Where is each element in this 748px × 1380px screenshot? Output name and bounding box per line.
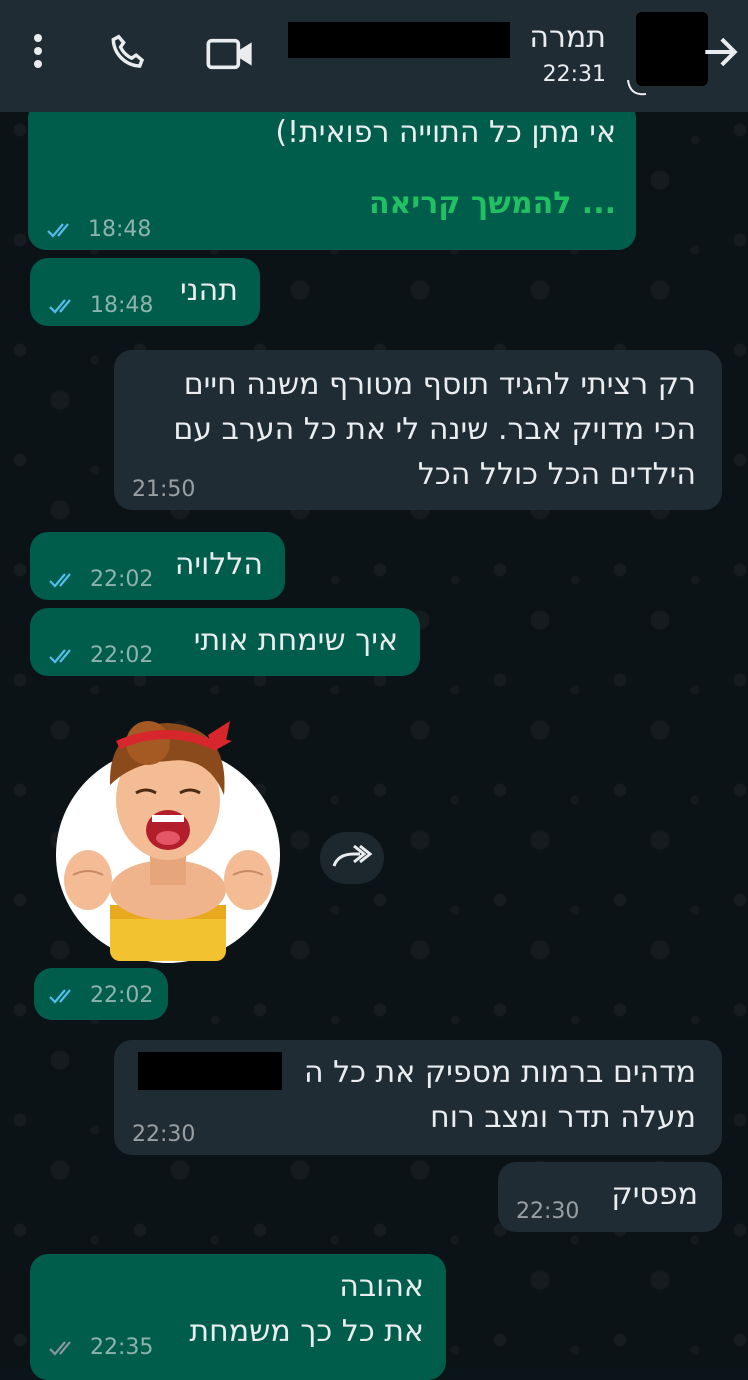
menu-dots-icon[interactable] bbox=[28, 34, 48, 74]
message-time: 18:48 bbox=[90, 293, 154, 318]
double-check-icon bbox=[49, 1340, 71, 1356]
sticker-meta-bubble: 22:02 bbox=[34, 968, 168, 1020]
double-check-icon bbox=[49, 572, 71, 588]
chat-header: תמרה 22:31 bbox=[0, 0, 748, 112]
message-time: 22:02 bbox=[90, 983, 154, 1008]
message-meta: 22:02 bbox=[48, 567, 153, 592]
video-call-icon[interactable] bbox=[205, 34, 255, 74]
message-meta: 18:48 bbox=[46, 217, 151, 242]
message-bubble-incoming[interactable]: מדהים ברמות מספיק את כל ה מעלה תדר ומצב … bbox=[114, 1040, 722, 1155]
avatar-edge-icon bbox=[627, 79, 647, 96]
forward-icon bbox=[332, 844, 373, 867]
message-time: 22:02 bbox=[90, 643, 154, 668]
message-time: 22:35 bbox=[90, 1335, 154, 1360]
double-check-icon bbox=[47, 222, 69, 238]
message-meta: 22:35 bbox=[48, 1335, 153, 1360]
message-bubble-outgoing[interactable]: אהובה את כל כך משמחת 22:35 bbox=[30, 1254, 446, 1380]
message-bubble-outgoing[interactable]: אי מתן כל התוייה רפואית!) ... להמשך קריא… bbox=[28, 100, 636, 250]
message-meta: 21:50 bbox=[132, 477, 195, 502]
double-check-icon bbox=[49, 988, 71, 1004]
message-meta: 22:02 bbox=[48, 983, 153, 1008]
message-time: 22:02 bbox=[90, 567, 154, 592]
message-meta: 22:30 bbox=[132, 1122, 195, 1147]
forward-button[interactable] bbox=[320, 832, 384, 884]
message-bubble-incoming[interactable]: רק רציתי להגיד תוסף מטורף משנה חיים הכי … bbox=[114, 350, 722, 510]
message-meta: 18:48 bbox=[48, 293, 153, 318]
message-text: אי מתן כל התוייה רפואית!) bbox=[275, 115, 616, 150]
double-check-icon bbox=[49, 298, 71, 314]
message-time: 18:48 bbox=[88, 217, 152, 242]
message-bubble-outgoing[interactable]: איך שימחת אותי 22:02 bbox=[30, 608, 420, 676]
message-meta: 22:30 bbox=[516, 1199, 579, 1224]
message-text: רק רציתי להגיד תוסף מטורף משנה חיים הכי … bbox=[173, 367, 696, 492]
double-check-icon bbox=[49, 648, 71, 664]
last-seen-time: 22:31 bbox=[542, 62, 606, 87]
message-bubble-incoming[interactable]: מפסיק 22:30 bbox=[498, 1162, 722, 1232]
back-arrow-icon[interactable] bbox=[698, 30, 742, 74]
redacted-box bbox=[288, 22, 510, 58]
message-time: 22:30 bbox=[132, 1122, 196, 1147]
message-time: 21:50 bbox=[132, 477, 196, 502]
sticker-cheering-woman[interactable] bbox=[48, 705, 288, 965]
redacted-box bbox=[138, 1052, 282, 1090]
message-meta: 22:02 bbox=[48, 643, 153, 668]
contact-name[interactable]: תמרה bbox=[529, 20, 606, 55]
message-bubble-outgoing[interactable]: הללויה 22:02 bbox=[30, 532, 285, 600]
phone-icon[interactable] bbox=[106, 30, 152, 76]
message-time: 22:30 bbox=[516, 1199, 580, 1224]
message-bubble-outgoing[interactable]: תהני 18:48 bbox=[30, 258, 260, 326]
